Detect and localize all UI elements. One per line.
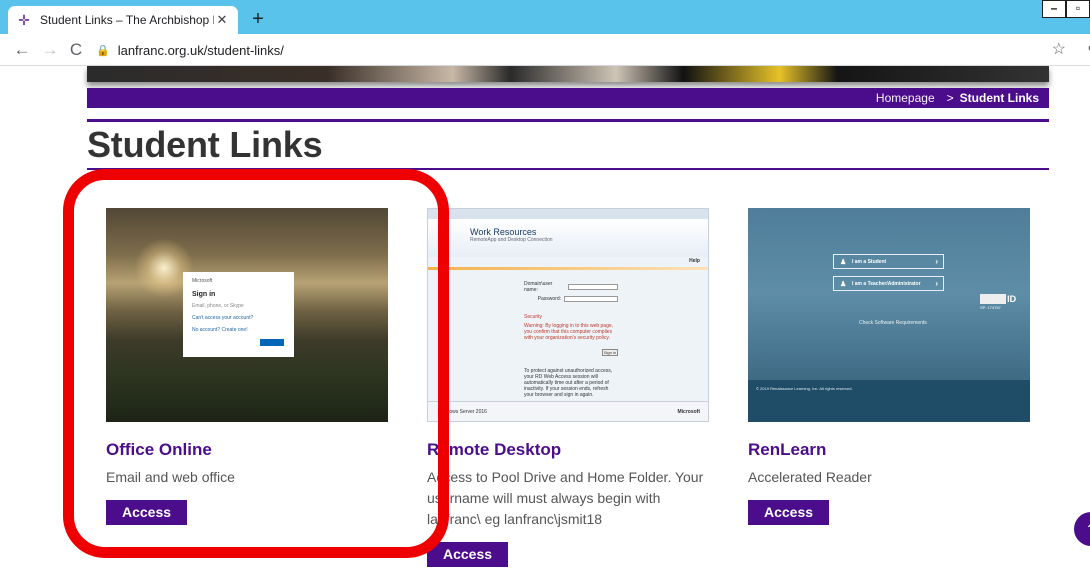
breadcrumb-current: Student Links — [959, 91, 1039, 105]
teacher-option-preview: ♟ I am a Teacher/Administrator › — [833, 276, 944, 291]
bookmark-star-icon[interactable]: ☆ — [1052, 39, 1066, 59]
hero-banner — [87, 66, 1049, 82]
help-link: Help — [689, 258, 700, 264]
copyright-text: © 2019 Renaissance Learning, Inc. All ri… — [756, 386, 853, 391]
teacher-label: I am a Teacher/Administrator — [852, 280, 921, 287]
card-office-online: Microsoft Sign in Email, phone, or Skype… — [106, 208, 388, 525]
microsoft-footer-logo: Microsoft — [677, 409, 701, 415]
email-placeholder: Email, phone, or Skype — [192, 303, 244, 309]
signin-button-preview: Sign in — [602, 349, 618, 356]
student-label: I am a Student — [852, 258, 887, 265]
close-icon[interactable]: ✕ — [214, 12, 230, 28]
work-resources-subtitle: RemoteApp and Desktop Connection — [470, 237, 553, 243]
browser-tab-strip: ✛ Student Links – The Archbishop L ✕ + –… — [0, 0, 1090, 34]
rd-login-form-preview: Domain\user name: Password: Security War… — [524, 281, 618, 398]
breadcrumb-home-link[interactable]: Homepage — [876, 91, 935, 105]
signin-dialog-preview: Microsoft Sign in Email, phone, or Skype… — [183, 272, 294, 357]
title-top-rule — [87, 119, 1049, 122]
office-online-thumbnail[interactable]: Microsoft Sign in Email, phone, or Skype… — [106, 208, 388, 422]
preview-header: Work Resources RemoteApp and Desktop Con… — [428, 219, 708, 257]
student-option-preview: ♟ I am a Student › — [833, 254, 944, 269]
microsoft-logo: Microsoft — [192, 278, 213, 284]
card-title[interactable]: RenLearn — [748, 440, 1030, 462]
address-bar: ← → C 🔒 lanfranc.org.uk/student-links/ ☆… — [0, 34, 1090, 66]
url-text: lanfranc.org.uk/student-links/ — [117, 42, 284, 58]
minimize-icon[interactable]: – — [1042, 0, 1066, 18]
card-title[interactable]: Office Online — [106, 440, 388, 462]
domain-field — [567, 284, 618, 290]
breadcrumb-separator: > — [946, 91, 954, 105]
card-renlearn: ♟ I am a Student › ♟ I am a Teacher/Admi… — [748, 208, 1030, 525]
security-label: Security — [524, 314, 543, 320]
site-code: SP: 174767 — [980, 305, 1001, 310]
person-icon: ♟ — [840, 281, 847, 288]
person-icon: ♟ — [840, 259, 847, 266]
domain-label: Domain\user name: — [524, 281, 553, 293]
security-warning: Warning: By logging in to this web page,… — [524, 323, 614, 341]
breadcrumb: Homepage > Student Links — [87, 88, 1049, 108]
preview-titlebar — [428, 209, 708, 219]
create-account-link: No account? Create one! — [192, 327, 248, 333]
remote-desktop-access-button[interactable]: Access — [427, 542, 509, 567]
orange-divider — [428, 267, 708, 270]
back-icon[interactable]: ← — [10, 38, 34, 62]
lock-icon: 🔒 — [96, 44, 110, 57]
renlearn-access-button[interactable]: Access — [748, 500, 830, 525]
renlearn-thumbnail[interactable]: ♟ I am a Student › ♟ I am a Teacher/Admi… — [748, 208, 1030, 422]
timeout-note: To protect against unauthorized access, … — [524, 368, 613, 398]
card-remote-desktop: Work Resources RemoteApp and Desktop Con… — [427, 208, 709, 567]
url-field[interactable]: 🔒 lanfranc.org.uk/student-links/ — [96, 39, 284, 61]
cant-access-link: Can't access your account? — [192, 315, 254, 321]
tab-title: Student Links – The Archbishop L — [40, 13, 214, 27]
copyright-band: © 2019 Renaissance Learning, Inc. All ri… — [748, 380, 1030, 422]
chevron-right-icon: › — [935, 257, 938, 266]
back-to-top-button[interactable]: ⌃ — [1074, 512, 1090, 546]
new-tab-icon[interactable]: + — [246, 8, 270, 32]
page-title: Student Links — [87, 124, 323, 165]
card-title[interactable]: Remote Desktop — [427, 440, 709, 462]
window-controls: – ▫ — [1042, 0, 1090, 20]
card-description: Email and web office — [106, 469, 235, 485]
windows-server-label: Windows Server 2016 — [438, 409, 487, 415]
remote-desktop-thumbnail[interactable]: Work Resources RemoteApp and Desktop Con… — [427, 208, 709, 422]
signin-heading: Sign in — [192, 291, 216, 298]
reload-icon[interactable]: C — [64, 38, 88, 62]
chevron-right-icon: › — [935, 279, 938, 288]
check-software-link: Check Software Requirements — [859, 320, 927, 326]
password-label: Password: — [537, 296, 561, 302]
renaissance-logo: ID SP: 174767 — [980, 294, 1030, 316]
password-field — [564, 296, 618, 302]
cross-icon: ✛ — [18, 12, 30, 28]
preview-footer: Windows Server 2016 Microsoft — [428, 401, 708, 421]
next-button-preview — [260, 339, 284, 346]
restore-icon[interactable]: ▫ — [1066, 0, 1090, 18]
browser-tab[interactable]: ✛ Student Links – The Archbishop L ✕ — [8, 6, 238, 34]
forward-icon[interactable]: → — [38, 38, 62, 62]
office-online-access-button[interactable]: Access — [106, 500, 188, 525]
work-resources-title: Work Resources — [470, 227, 537, 237]
card-description: Accelerated Reader — [748, 469, 872, 485]
title-bottom-rule — [87, 168, 1049, 170]
renaissance-wordmark — [980, 294, 1006, 304]
card-description: Access to Pool Drive and Home Folder. Yo… — [427, 469, 704, 527]
logo-id-text: ID — [1007, 294, 1017, 304]
